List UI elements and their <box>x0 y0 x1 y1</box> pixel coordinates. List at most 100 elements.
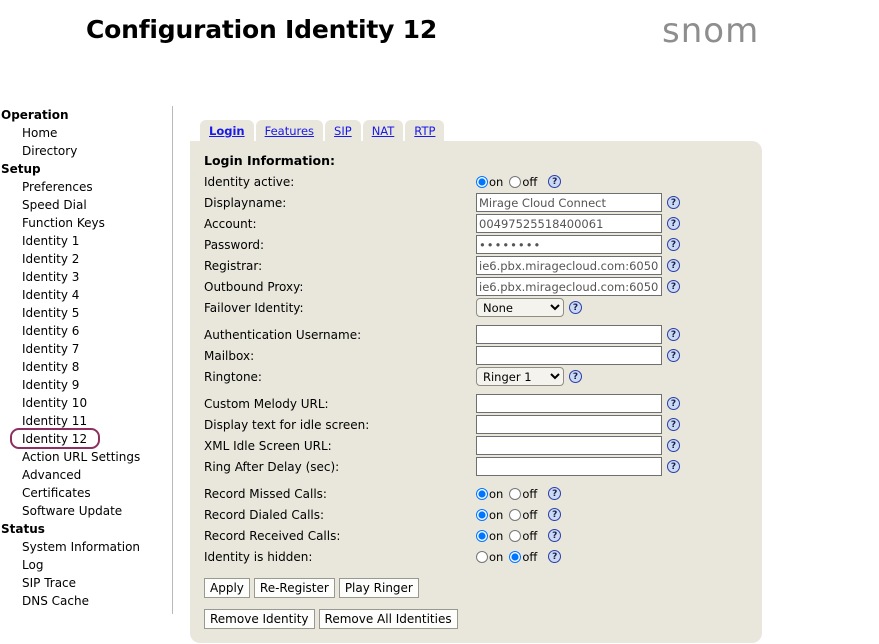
help-icon[interactable]: ? <box>667 418 680 431</box>
help-icon[interactable]: ? <box>548 487 562 501</box>
sidebar-item-identity-7[interactable]: Identity 7 <box>0 340 172 358</box>
sidebar-item-software-update[interactable]: Software Update <box>0 502 172 520</box>
sidebar-item-identity-11[interactable]: Identity 11 <box>0 412 172 430</box>
apply-button[interactable]: Apply <box>204 578 250 598</box>
input-password[interactable] <box>476 235 662 254</box>
input-xml-idle-screen-url[interactable] <box>476 436 662 455</box>
sidebar-item-identity-5[interactable]: Identity 5 <box>0 304 172 322</box>
help-icon[interactable]: ? <box>569 301 582 314</box>
radio-off-record-dialed-calls[interactable] <box>509 508 522 521</box>
radio-option-off-identity-is-hidden[interactable]: off <box>509 550 537 564</box>
sidebar-item-advanced[interactable]: Advanced <box>0 466 172 484</box>
sidebar-item-action-url-settings[interactable]: Action URL Settings <box>0 448 172 466</box>
radio-group-record-missed-calls: on off <box>476 487 543 501</box>
radio-option-off-record-dialed-calls[interactable]: off <box>509 508 537 522</box>
sidebar-item-identity-10[interactable]: Identity 10 <box>0 394 172 412</box>
remove-all-identities-button[interactable]: Remove All Identities <box>318 609 458 629</box>
input-custom-melody-url[interactable] <box>476 394 662 413</box>
sidebar-item-dns-cache[interactable]: DNS Cache <box>0 592 172 610</box>
sidebar-item-identity-4[interactable]: Identity 4 <box>0 286 172 304</box>
help-icon[interactable]: ? <box>667 280 680 293</box>
radio-on-identity-is-hidden[interactable] <box>476 550 488 563</box>
sidebar-item-identity-6[interactable]: Identity 6 <box>0 322 172 340</box>
sidebar-item-label: Action URL Settings <box>22 450 141 464</box>
form-row-displayname: Displayname:? <box>204 192 748 213</box>
help-icon[interactable]: ? <box>548 508 562 522</box>
sidebar-item-identity-1[interactable]: Identity 1 <box>0 232 172 250</box>
help-icon[interactable]: ? <box>667 259 680 272</box>
sidebar-item-function-keys[interactable]: Function Keys <box>0 214 172 232</box>
radio-off-identity-is-hidden[interactable] <box>509 550 522 563</box>
sidebar-item-home[interactable]: Home <box>0 124 172 142</box>
page-header: Configuration Identity 12 snom <box>0 0 879 100</box>
radio-off-record-received-calls[interactable] <box>509 529 522 542</box>
help-icon[interactable]: ? <box>667 460 680 473</box>
help-icon[interactable]: ? <box>548 529 562 543</box>
sidebar-item-identity-3[interactable]: Identity 3 <box>0 268 172 286</box>
tab-login[interactable]: Login <box>200 120 254 141</box>
radio-option-off-record-received-calls[interactable]: off <box>509 529 537 543</box>
select-failover-identity[interactable]: None <box>476 298 564 317</box>
input-displayname[interactable] <box>476 193 662 212</box>
sidebar-item-system-information[interactable]: System Information <box>0 538 172 556</box>
tab-rtp[interactable]: RTP <box>405 120 445 141</box>
radio-on-record-received-calls[interactable] <box>476 529 488 542</box>
radio-option-on-record-received-calls[interactable]: on <box>476 529 503 543</box>
sidebar-item-log[interactable]: Log <box>0 556 172 574</box>
form-row-registrar: Registrar:? <box>204 255 748 276</box>
radio-on-record-missed-calls[interactable] <box>476 487 488 500</box>
nav-group-title: Setup <box>1 162 41 176</box>
input-authentication-username[interactable] <box>476 325 662 344</box>
sidebar-item-sip-trace[interactable]: SIP Trace <box>0 574 172 592</box>
input-outbound-proxy[interactable] <box>476 277 662 296</box>
help-icon[interactable]: ? <box>548 550 562 564</box>
input-account[interactable] <box>476 214 662 233</box>
radio-on-identity-active[interactable] <box>476 175 488 188</box>
input-mailbox[interactable] <box>476 346 662 365</box>
sidebar-item-identity-2[interactable]: Identity 2 <box>0 250 172 268</box>
help-icon[interactable]: ? <box>667 238 680 251</box>
sidebar-item-identity-8[interactable]: Identity 8 <box>0 358 172 376</box>
tab-nat[interactable]: NAT <box>362 120 404 141</box>
play-ringer-button[interactable]: Play Ringer <box>338 578 419 598</box>
select-ringtone[interactable]: Ringer 1 <box>476 367 564 386</box>
radio-group-identity-is-hidden: on off <box>476 550 543 564</box>
radio-label-on: on <box>489 486 504 501</box>
sidebar-item-identity-12[interactable]: Identity 12 <box>0 428 172 449</box>
form-row-identity-is-hidden: Identity is hidden: on off? <box>204 546 748 567</box>
field-control-displayname: ? <box>476 192 748 213</box>
help-icon[interactable]: ? <box>667 328 680 341</box>
sidebar-item-speed-dial[interactable]: Speed Dial <box>0 196 172 214</box>
re-register-button[interactable]: Re-Register <box>253 578 335 598</box>
radio-option-on-identity-is-hidden[interactable]: on <box>476 550 503 564</box>
radio-off-identity-active[interactable] <box>509 175 522 188</box>
help-icon[interactable]: ? <box>667 196 680 209</box>
radio-option-on-identity-active[interactable]: on <box>476 175 503 189</box>
sidebar-item-certificates[interactable]: Certificates <box>0 484 172 502</box>
sidebar-item-identity-9[interactable]: Identity 9 <box>0 376 172 394</box>
settings-panel: Login Information: Identity active: on off… <box>190 141 762 643</box>
help-icon[interactable]: ? <box>548 175 562 189</box>
help-icon[interactable]: ? <box>667 217 680 230</box>
radio-on-record-dialed-calls[interactable] <box>476 508 488 521</box>
sidebar-item-preferences[interactable]: Preferences <box>0 178 172 196</box>
sidebar-item-directory[interactable]: Directory <box>0 142 172 160</box>
radio-option-off-record-missed-calls[interactable]: off <box>509 487 537 501</box>
help-icon[interactable]: ? <box>667 439 680 452</box>
radio-option-on-record-dialed-calls[interactable]: on <box>476 508 503 522</box>
input-display-text-for-idle-screen[interactable] <box>476 415 662 434</box>
radio-option-on-record-missed-calls[interactable]: on <box>476 487 503 501</box>
secondary-button-row: Remove Identity Remove All Identities <box>204 609 748 629</box>
help-icon[interactable]: ? <box>569 370 582 383</box>
input-registrar[interactable] <box>476 256 662 275</box>
help-icon[interactable]: ? <box>667 397 680 410</box>
radio-option-off-identity-active[interactable]: off <box>509 175 537 189</box>
tab-sip[interactable]: SIP <box>325 120 361 141</box>
field-label-mailbox: Mailbox: <box>204 348 255 363</box>
tab-features[interactable]: Features <box>255 120 324 141</box>
input-ring-after-delay-sec[interactable] <box>476 457 662 476</box>
radio-off-record-missed-calls[interactable] <box>509 487 522 500</box>
form-row-ring-after-delay-sec: Ring After Delay (sec):? <box>204 456 748 477</box>
help-icon[interactable]: ? <box>667 349 680 362</box>
remove-identity-button[interactable]: Remove Identity <box>204 609 315 629</box>
